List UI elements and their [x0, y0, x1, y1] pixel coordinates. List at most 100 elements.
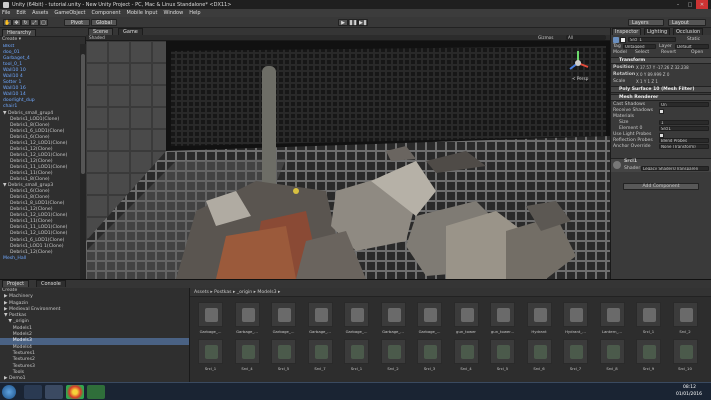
asset-thumbnail[interactable] — [198, 339, 223, 364]
asset-thumbnail[interactable] — [526, 339, 552, 364]
asset-thumbnail[interactable] — [453, 302, 479, 327]
mesh-filter-section[interactable]: Poly Surface 10 (Mesh Filter) — [611, 86, 711, 93]
asset-thumbnail[interactable] — [599, 339, 625, 364]
cast-shadows-dropdown[interactable]: On — [659, 102, 709, 107]
pivot-toggle[interactable]: Pivot — [64, 19, 90, 26]
asset-thumbnail[interactable] — [417, 302, 442, 327]
scale-values[interactable]: X 1 Y 1 Z 1 — [636, 79, 658, 85]
play-button[interactable]: ▶ — [338, 19, 348, 26]
tab-scene[interactable]: Scene — [88, 28, 114, 35]
tab-project[interactable]: Project — [2, 280, 30, 287]
menu-component[interactable]: Component — [92, 10, 121, 16]
element-field[interactable]: Srcl1 — [659, 126, 709, 131]
rotate-tool-button[interactable]: ↻ — [21, 19, 30, 26]
tab-inspector[interactable]: Inspector — [612, 28, 642, 35]
asset-thumbnail[interactable] — [636, 302, 661, 327]
mesh-renderer-section[interactable]: Mesh Renderer — [611, 94, 711, 101]
hierarchy-row[interactable]: Mesh_Hall — [0, 256, 80, 262]
move-tool-button[interactable]: ✥ — [12, 19, 21, 26]
start-button-icon[interactable] — [2, 385, 16, 399]
tab-console[interactable]: Console — [36, 280, 66, 287]
asset-thumbnail[interactable] — [563, 302, 588, 327]
size-field[interactable]: 1 — [659, 120, 709, 125]
asset-thumbnail[interactable] — [380, 302, 406, 327]
asset-thumbnail[interactable] — [563, 339, 588, 364]
object-name-field[interactable]: Srcl_1 — [628, 37, 676, 42]
active-checkbox[interactable] — [620, 37, 626, 43]
position-values[interactable]: X 37.57 Y -17.26 Z 32.238 — [636, 65, 689, 71]
asset-thumbnail[interactable] — [672, 302, 698, 327]
window-title: Unity (64bit) - tutorial.unity - New Uni… — [12, 1, 232, 8]
menu-window[interactable]: Window — [163, 10, 183, 16]
asset-label: Lantern_... — [601, 329, 623, 334]
asset-thumbnail[interactable] — [380, 339, 406, 364]
asset-thumbnail[interactable] — [271, 302, 296, 327]
asset-thumbnail[interactable] — [271, 339, 296, 364]
select-button[interactable]: Select — [635, 50, 649, 56]
asset-thumbnail[interactable] — [344, 339, 369, 364]
asset-thumbnail[interactable] — [636, 339, 661, 364]
persp-label[interactable]: < Persp — [572, 76, 588, 81]
asset-thumbnail[interactable] — [672, 339, 698, 364]
rotation-values[interactable]: X 0 Y 89.999 Z 0 — [636, 72, 669, 78]
asset-label: Garbage_... — [418, 329, 441, 334]
menu-file[interactable]: File — [2, 10, 10, 16]
reflection-probes-dropdown[interactable]: Blend Probes — [659, 138, 709, 143]
asset-thumbnail[interactable] — [307, 302, 333, 327]
tab-lighting[interactable]: Lighting — [644, 28, 671, 35]
asset-thumbnail[interactable] — [198, 302, 223, 327]
pause-button[interactable]: ❚❚ — [348, 19, 358, 26]
tag-dropdown[interactable]: Untagged — [623, 44, 656, 49]
tab-hierarchy[interactable]: Hierarchy — [2, 29, 37, 36]
hierarchy-scroll-thumb[interactable] — [81, 54, 85, 174]
menu-edit[interactable]: Edit — [16, 10, 26, 16]
close-button[interactable]: ✕ — [696, 0, 708, 9]
static-checkbox[interactable]: Static — [687, 37, 700, 43]
receive-shadows-checkbox[interactable] — [659, 109, 664, 114]
scene-search-input[interactable]: All — [566, 35, 606, 40]
layer-dropdown[interactable]: Default — [675, 44, 709, 49]
tab-game[interactable]: Game — [118, 28, 143, 35]
menu-gameobject[interactable]: GameObject — [54, 10, 85, 16]
asset-thumbnail[interactable] — [417, 339, 442, 364]
add-component-button[interactable]: Add Component — [623, 183, 699, 190]
open-button[interactable]: Open — [691, 50, 703, 56]
step-button[interactable]: ▶❚ — [358, 19, 368, 26]
shader-dropdown[interactable]: Legacy Shaders/Transparen — [641, 166, 709, 171]
explorer-taskbar-icon[interactable] — [24, 385, 42, 399]
material-sphere-icon — [613, 161, 621, 169]
asset-thumbnail[interactable] — [234, 302, 260, 327]
unity-taskbar-icon[interactable] — [45, 385, 63, 399]
menu-help[interactable]: Help — [189, 10, 200, 16]
chrome-taskbar-icon[interactable] — [66, 385, 84, 399]
layers-dropdown[interactable]: Layers — [628, 19, 664, 26]
app-taskbar-icon[interactable] — [87, 385, 105, 399]
tab-occlusion[interactable]: Occlusion — [673, 28, 704, 35]
hand-tool-button[interactable]: ✋ — [3, 19, 12, 26]
asset-thumbnail[interactable] — [234, 339, 260, 364]
gizmos-dropdown[interactable]: Gizmos — [538, 35, 553, 40]
global-toggle[interactable]: Global — [91, 19, 117, 26]
transform-section[interactable]: Transform — [611, 57, 711, 64]
assets-breadcrumb[interactable]: Assets ▸ Postkas ▸ _origin ▸ Models3 ▸ — [190, 288, 711, 297]
revert-button[interactable]: Revert — [661, 50, 676, 56]
asset-thumbnail[interactable] — [490, 339, 515, 364]
rect-tool-button[interactable]: ▢ — [39, 19, 48, 26]
asset-thumbnail[interactable] — [599, 302, 625, 327]
asset-thumbnail[interactable] — [307, 339, 333, 364]
asset-thumbnail[interactable] — [453, 339, 479, 364]
menu-mobile-input[interactable]: Mobile Input — [127, 10, 158, 16]
hierarchy-create-button[interactable]: Create ▾ — [2, 37, 21, 43]
asset-thumbnail[interactable] — [344, 302, 369, 327]
asset-thumbnail[interactable] — [526, 302, 552, 327]
asset-thumbnail[interactable] — [490, 302, 515, 327]
layout-dropdown[interactable]: Layout — [668, 19, 706, 26]
minimize-button[interactable]: – — [672, 0, 684, 9]
shading-mode-dropdown[interactable]: Shaded — [89, 35, 105, 40]
anchor-override-field[interactable]: None (Transform) — [659, 144, 709, 149]
material-section[interactable]: Srcl1 Shader Legacy Shaders/Transparen — [611, 158, 711, 172]
scene-viewport[interactable]: < Persp — [86, 41, 610, 279]
maximize-button[interactable]: □ — [684, 0, 696, 9]
scale-tool-button[interactable]: ⤢ — [30, 19, 39, 26]
menu-assets[interactable]: Assets — [32, 10, 48, 16]
